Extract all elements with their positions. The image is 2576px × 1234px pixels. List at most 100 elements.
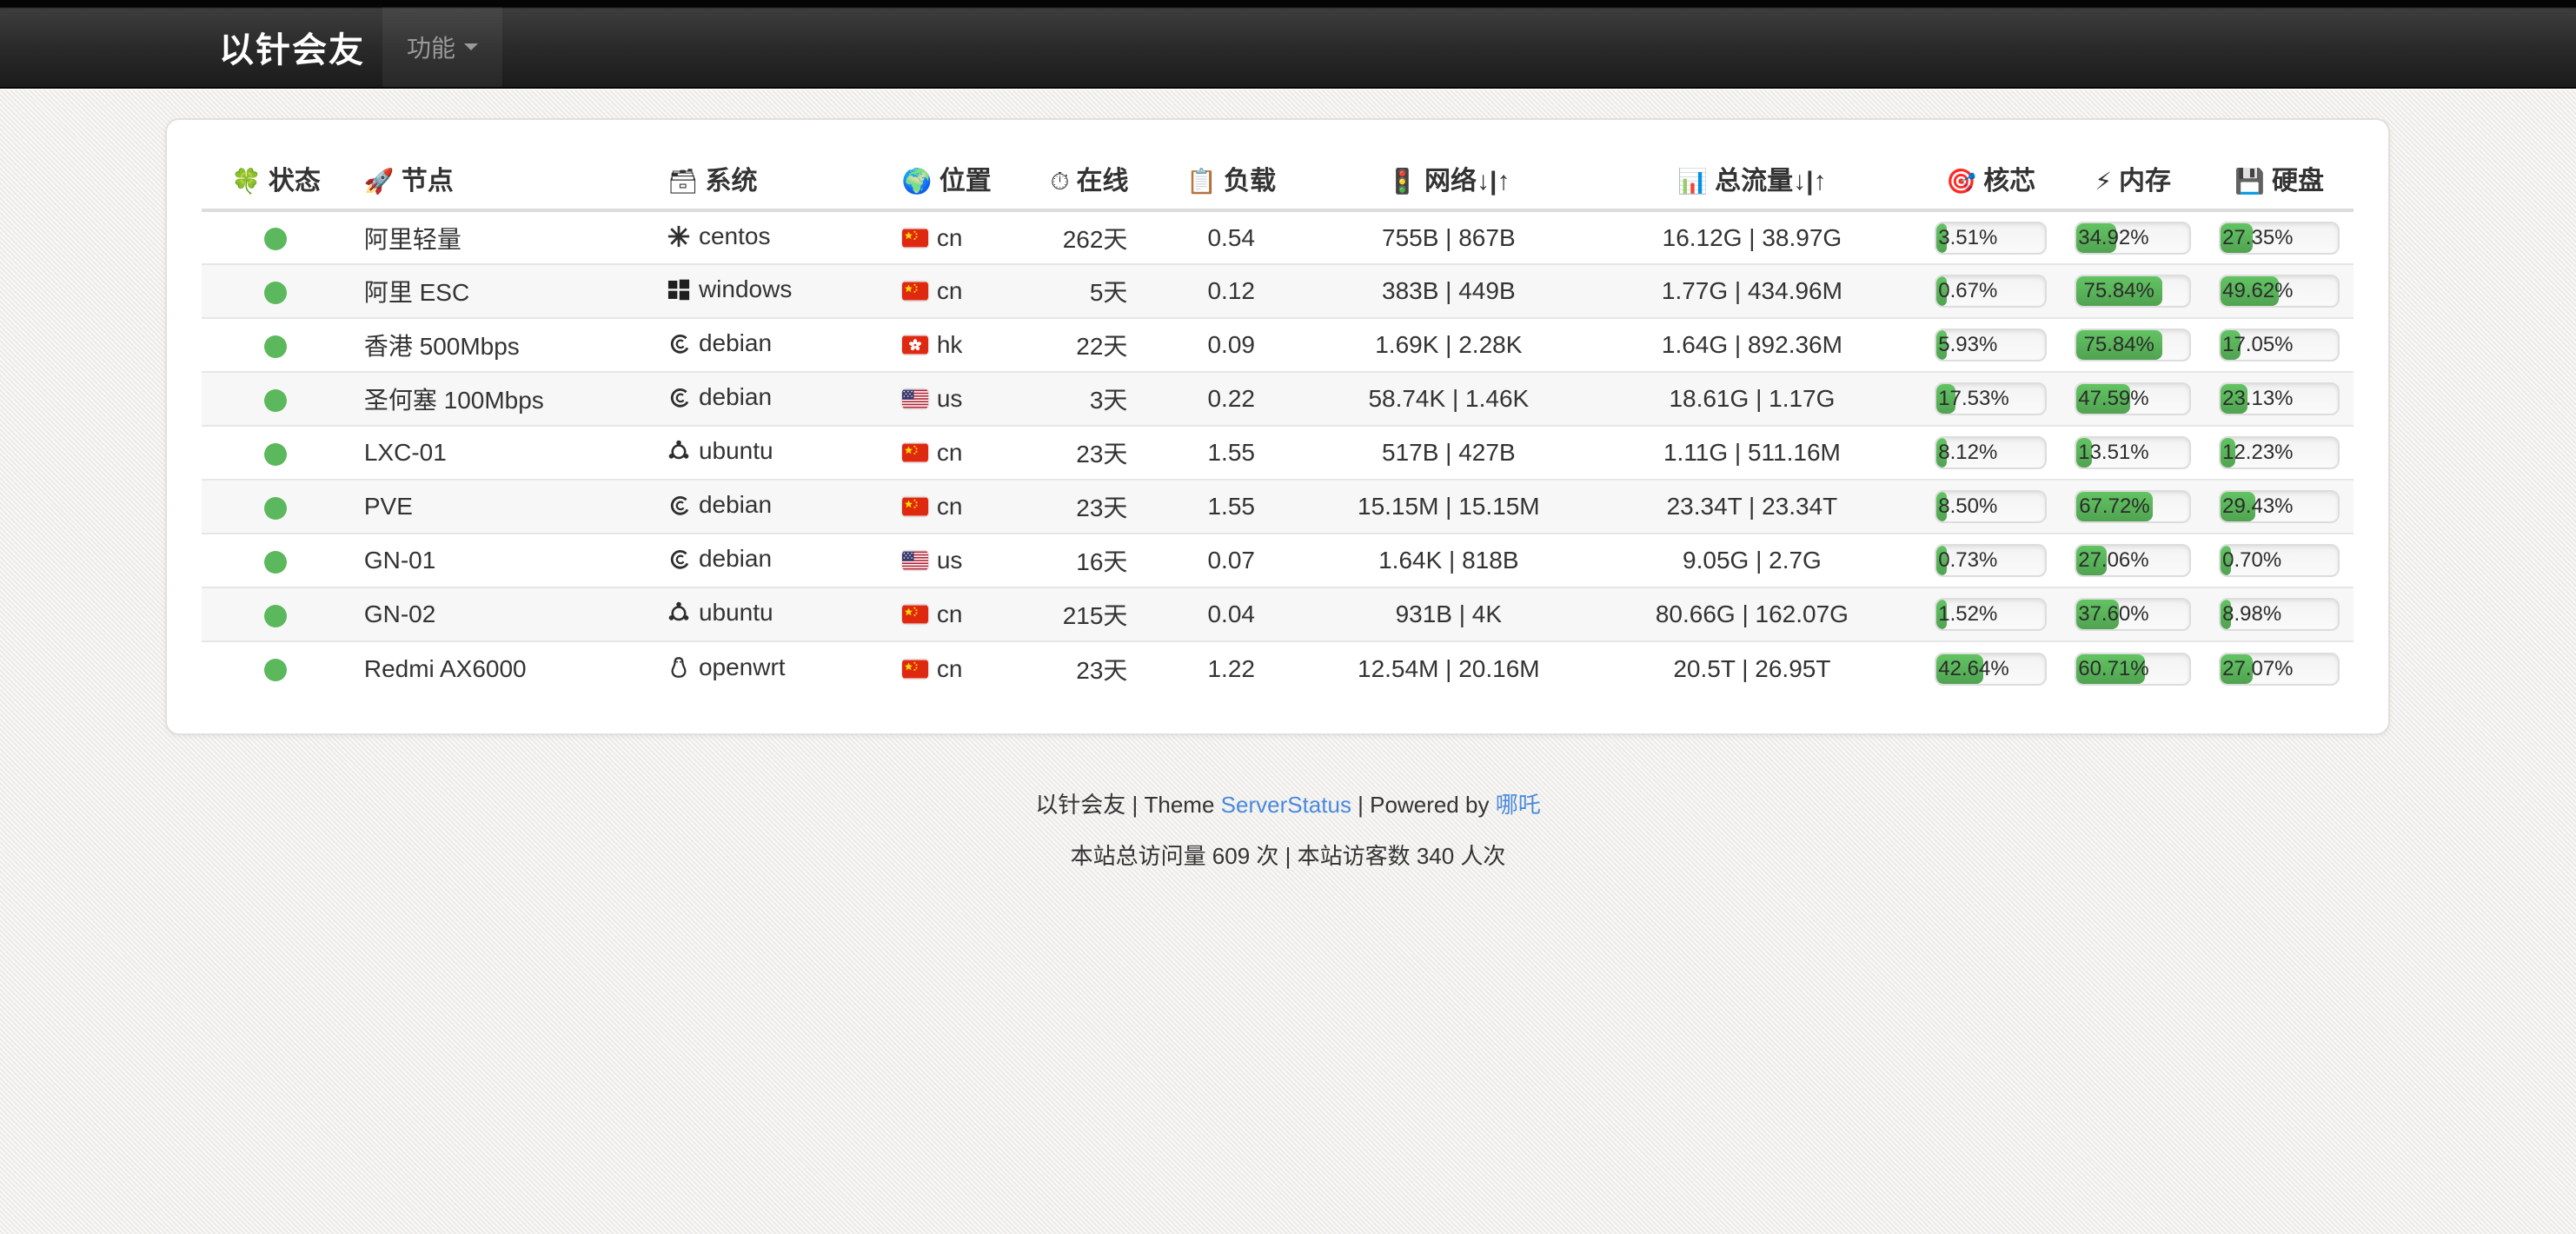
column-label: 状态 (269, 167, 321, 196)
flag-us-icon (902, 547, 937, 574)
flag-cn-icon (902, 655, 937, 682)
cpu-usage-bar-cell: 0.67% (1921, 264, 2061, 318)
uptime-cell: 16天 (1037, 534, 1149, 587)
bar-chart-icon: 📊 (1677, 168, 1708, 195)
location-label: cn (937, 439, 963, 466)
cpu-usage-bar: 8.50% (1935, 490, 2047, 523)
status-online-dot (264, 551, 287, 574)
caret-down-icon (464, 43, 478, 50)
column-header-traffic: 📊总流量↓|↑ (1583, 148, 1922, 210)
column-label: 节点 (402, 167, 454, 196)
usage-percent-label: 27.07% (2222, 659, 2293, 680)
status-cell (202, 372, 350, 426)
server-row: 阿里 ESCwindowscn5天0.12383B | 449B1.77G | … (202, 264, 2354, 318)
disk-usage-bar: 49.62% (2219, 275, 2340, 308)
location-label: hk (937, 331, 963, 358)
column-header-uptime: ⏱ 在线 (1037, 148, 1149, 210)
column-label: 系统 (706, 167, 758, 196)
usage-percent-label: 34.92% (2078, 228, 2148, 249)
flag-us-icon (902, 385, 937, 412)
location-cell: us (888, 372, 1037, 426)
column-header-network: 🚦网络↓|↑ (1314, 148, 1583, 210)
usage-percent-label: 8.50% (1938, 496, 1997, 517)
node-name-cell: 香港 500Mbps (350, 318, 654, 372)
os-cell: debian (654, 372, 888, 426)
memory-usage-bar-cell: 75.84% (2061, 318, 2205, 372)
os-cell: openwrt (654, 641, 888, 695)
column-label: 在线 (1077, 167, 1129, 196)
cpu-usage-bar: 8.12% (1935, 436, 2047, 469)
flag-cn-icon (902, 224, 937, 251)
status-online-dot (264, 497, 287, 520)
os-debian-icon (667, 494, 690, 522)
navbar: 以针会友 功能 (0, 0, 2576, 89)
location-label: us (937, 385, 963, 412)
memory-usage-bar: 47.59% (2075, 382, 2191, 415)
usage-percent-label: 17.53% (1938, 388, 2008, 409)
status-online-dot (264, 228, 287, 250)
disk-usage-bar: 8.98% (2219, 598, 2340, 631)
usage-percent-label: 42.64% (1938, 659, 2008, 680)
disk-usage-bar-cell: 8.98% (2205, 587, 2354, 641)
column-label: 负载 (1224, 167, 1276, 196)
os-cell: windows (654, 264, 888, 318)
footer-text: | Theme (1125, 792, 1220, 818)
node-name-cell: 阿里 ESC (350, 264, 654, 318)
node-name-cell: 圣何塞 100Mbps (350, 372, 654, 426)
menu-dropdown[interactable]: 功能 (382, 7, 502, 87)
os-label: openwrt (699, 653, 786, 680)
status-cell (202, 587, 350, 641)
powered-by-link[interactable]: 哪吒 (1496, 792, 1541, 818)
disk-usage-bar-cell: 27.07% (2205, 641, 2354, 695)
disk-usage-bar-cell: 27.35% (2205, 210, 2354, 264)
network-cell: 931B | 4K (1314, 587, 1583, 641)
disk-usage-bar: 23.13% (2219, 382, 2340, 415)
server-row: GN-01debianus16天0.071.64K | 818B9.05G | … (202, 534, 2354, 587)
network-cell: 1.64K | 818B (1314, 534, 1583, 587)
server-row: 香港 500Mbpsdebianhk22天0.091.69K | 2.28K1.… (202, 318, 2354, 372)
os-label: debian (699, 383, 772, 410)
visit-counter: 本站总访问量 609 次 | 本站访客数 340 人次 (0, 839, 2576, 871)
server-row: GN-02ubuntucn215天0.04931B | 4K80.66G | 1… (202, 587, 2354, 641)
location-label: cn (937, 655, 963, 682)
traffic-cell: 1.64G | 892.36M (1583, 318, 1922, 372)
network-cell: 517B | 427B (1314, 426, 1583, 480)
memory-usage-bar: 13.51% (2075, 436, 2191, 469)
node-name-cell: GN-01 (350, 534, 654, 587)
usage-percent-label: 8.12% (1938, 442, 1997, 463)
theme-link[interactable]: ServerStatus (1221, 792, 1351, 818)
usage-percent-label: 37.60% (2078, 604, 2148, 625)
os-debian-icon (667, 332, 690, 361)
cpu-usage-bar-cell: 8.12% (1921, 426, 2061, 480)
disk-usage-bar-cell: 23.13% (2205, 372, 2354, 426)
column-header-status: 🍀状态 (202, 148, 350, 210)
rocket-icon: 🚀 (364, 168, 395, 195)
location-cell: cn (888, 210, 1037, 264)
column-header-mem: ⚡内存 (2061, 148, 2205, 210)
column-header-location: 🌍位置 (888, 148, 1037, 210)
status-cell (202, 210, 350, 264)
column-label: 位置 (939, 167, 992, 196)
uptime-cell: 23天 (1037, 426, 1149, 480)
usage-percent-label: 49.62% (2222, 281, 2293, 302)
cpu-usage-bar: 42.64% (1935, 653, 2047, 686)
server-status-card: 🍀状态🚀节点🗃系统🌍位置⏱在线📋负载🚦网络↓|↑📊总流量↓|↑🎯核芯⚡内存💾硬盘… (165, 118, 2390, 735)
os-label: debian (699, 545, 772, 572)
column-label: 内存 (2119, 167, 2171, 196)
clipboard-icon: 📋 (1186, 168, 1217, 195)
memory-usage-bar-cell: 37.60% (2061, 587, 2205, 641)
location-cell: cn (888, 641, 1037, 695)
load-cell: 0.09 (1148, 318, 1314, 372)
os-openwrt-icon (667, 656, 690, 685)
memory-usage-bar-cell: 27.06% (2061, 534, 2205, 587)
location-label: cn (937, 600, 963, 627)
disk-usage-bar-cell: 12.23% (2205, 426, 2354, 480)
os-label: ubuntu (699, 599, 773, 626)
usage-percent-label: 1.52% (1938, 604, 1997, 625)
location-label: us (937, 547, 963, 574)
traffic-cell: 20.5T | 26.95T (1583, 641, 1922, 695)
location-cell: cn (888, 426, 1037, 480)
brand-title[interactable]: 以针会友 (219, 7, 382, 87)
location-cell: us (888, 534, 1037, 587)
stopwatch-icon: ⏱ (1051, 168, 1070, 195)
